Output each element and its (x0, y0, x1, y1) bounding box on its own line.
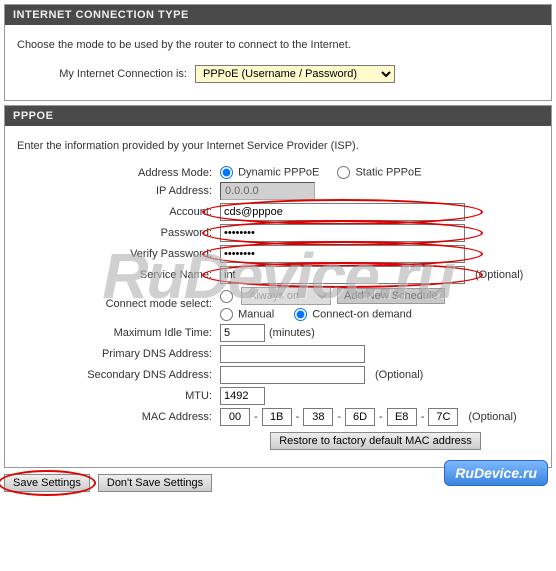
addr-mode-label: Address Mode: (17, 167, 220, 179)
addr-static-text: Static PPPoE (355, 166, 421, 178)
password-label: Password: (17, 227, 220, 239)
service-optional: (Optional) (475, 269, 523, 281)
manual-option[interactable]: Manual (220, 308, 274, 321)
internet-connection-panel: INTERNET CONNECTION TYPE Choose the mode… (4, 4, 552, 101)
schedule-select[interactable]: Always on (241, 287, 331, 305)
mtu-input[interactable] (220, 387, 265, 405)
verify-label: Verify Password: (17, 248, 220, 260)
pdns-label: Primary DNS Address: (17, 348, 220, 360)
connection-select[interactable]: PPPoE (Username / Password) (195, 65, 395, 83)
sdns-label: Secondary DNS Address: (17, 369, 220, 381)
mtu-label: MTU: (17, 390, 220, 402)
panel-header-1: INTERNET CONNECTION TYPE (5, 5, 551, 25)
manual-text: Manual (238, 308, 274, 320)
addr-dynamic-text: Dynamic PPPoE (238, 166, 319, 178)
add-schedule-button[interactable]: Add New Schedule (337, 288, 445, 304)
mac-optional: (Optional) (468, 411, 516, 423)
manual-radio[interactable] (220, 308, 233, 321)
addr-dynamic-radio[interactable] (220, 166, 233, 179)
idle-input[interactable] (220, 324, 265, 342)
connect-mode-label: Connect mode select: (17, 298, 220, 310)
service-label: Service Name: (17, 269, 220, 281)
schedule-radio[interactable] (220, 290, 233, 303)
mac-label: MAC Address: (17, 411, 220, 423)
mac-input-1[interactable] (262, 408, 292, 426)
restore-mac-button[interactable]: Restore to factory default MAC address (270, 432, 481, 450)
mac-input-4[interactable] (387, 408, 417, 426)
intro-1: Choose the mode to be used by the router… (17, 39, 539, 51)
demand-option[interactable]: Connect-on demand (294, 308, 412, 321)
addr-static-option[interactable]: Static PPPoE (337, 166, 421, 179)
idle-label: Maximum Idle Time: (17, 327, 220, 339)
rudevice-badge: RuDevice.ru (444, 460, 548, 486)
addr-static-radio[interactable] (337, 166, 350, 179)
account-label: Account: (17, 206, 220, 218)
sdns-optional: (Optional) (375, 369, 423, 381)
conn-label: My Internet Connection is: (17, 68, 195, 80)
demand-text: Connect-on demand (312, 308, 412, 320)
panel-header-2: PPPOE (5, 106, 551, 126)
verify-input[interactable] (220, 245, 465, 263)
service-input[interactable] (220, 266, 465, 284)
sdns-input[interactable] (220, 366, 365, 384)
save-settings-button[interactable]: Save Settings (4, 474, 90, 492)
addr-dynamic-option[interactable]: Dynamic PPPoE (220, 166, 319, 179)
pppoe-panel: PPPOE Enter the information provided by … (4, 105, 552, 468)
demand-radio[interactable] (294, 308, 307, 321)
idle-unit: (minutes) (269, 327, 315, 339)
dont-save-button[interactable]: Don't Save Settings (98, 474, 212, 492)
password-input[interactable] (220, 224, 465, 242)
intro-2: Enter the information provided by your I… (17, 140, 539, 152)
ip-field: 0.0.0.0 (220, 182, 315, 200)
ip-label: IP Address: (17, 185, 220, 197)
mac-input-3[interactable] (345, 408, 375, 426)
pdns-input[interactable] (220, 345, 365, 363)
mac-input-5[interactable] (428, 408, 458, 426)
account-input[interactable] (220, 203, 465, 221)
mac-input-2[interactable] (303, 408, 333, 426)
mac-input-0[interactable] (220, 408, 250, 426)
